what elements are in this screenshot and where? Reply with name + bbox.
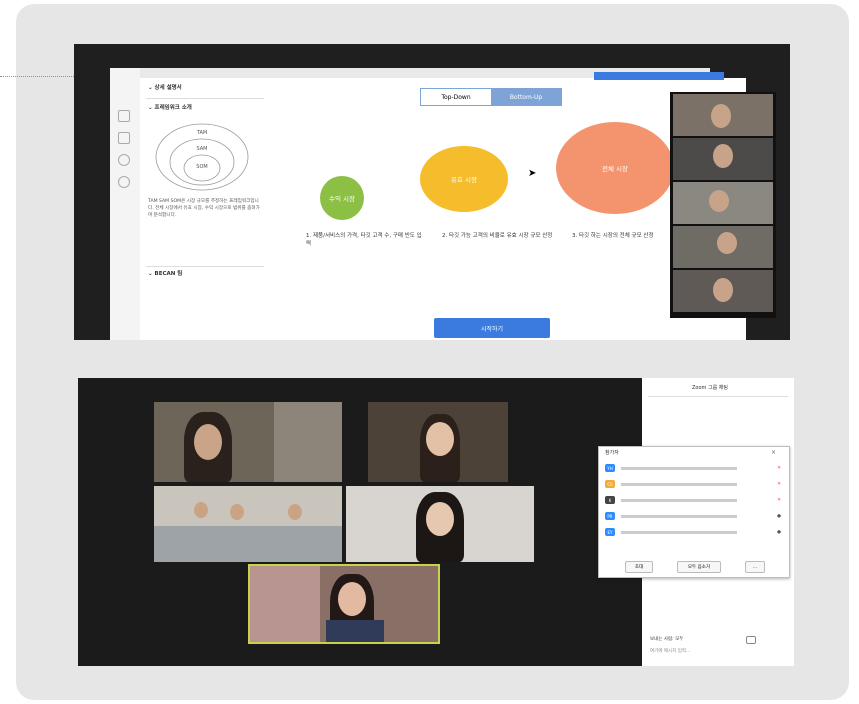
video-tile (346, 486, 534, 562)
header-bar (594, 72, 724, 80)
video-tile (673, 94, 773, 136)
panel-item-label: 프레임워크 소개 (154, 105, 192, 111)
cursor-icon: ➤ (528, 168, 537, 179)
caption-sam: 2. 타깃 가능 고객의 비율로 유효 시장 규모 산정 (442, 233, 553, 239)
close-icon[interactable]: × (771, 449, 776, 456)
home-icon[interactable] (118, 110, 130, 122)
screenshot-workshop-app: ⌄ 상세 설명서 ⌄ 프레임워크 소개 TAM SAM SOM TAM SAM … (74, 44, 790, 340)
toggle-top-down[interactable]: Top-Down (421, 89, 491, 105)
invite-button[interactable]: 초대 (625, 561, 653, 573)
panel-item-framework[interactable]: ⌄ 프레임워크 소개 (148, 104, 192, 112)
avatar: PR (605, 512, 615, 520)
video-tile (673, 226, 773, 268)
start-button[interactable]: 시작하기 (434, 318, 550, 338)
video-tile (368, 402, 508, 482)
panel-item-team[interactable]: ⌄ BECAN 팀 (148, 270, 182, 278)
avatar: YH (605, 464, 615, 472)
screenshot-zoom-meeting: Zoom 그룹 채팅 보내는 사람: 모두 여기에 메시지 입력... 참가자 … (78, 378, 794, 666)
view-toggle: Top-Down Bottom-Up (420, 88, 562, 106)
list-icon[interactable] (118, 132, 130, 144)
chat-input[interactable]: 여기에 메시지 입력... (650, 648, 690, 656)
diagram-label-tam: TAM (196, 130, 207, 136)
connector-line (0, 76, 74, 77)
list-item[interactable]: YH ✕ (605, 461, 781, 475)
video-tile (154, 402, 342, 482)
panel-description: TAM SAM SOM은 시장 규모를 추정하는 프레임워크입니다. 전체 시장… (148, 199, 260, 218)
file-icon[interactable] (746, 636, 756, 644)
circle-sam: 유효 시장 (420, 146, 508, 212)
video-tile (673, 270, 773, 312)
list-item[interactable]: EY ● (605, 525, 781, 539)
guide-panel: ⌄ 상세 설명서 ⌄ 프레임워크 소개 TAM SAM SOM TAM SAM … (140, 78, 271, 340)
user-icon[interactable] (118, 154, 130, 166)
mic-icon: ● (777, 513, 781, 519)
diagram-label-sam: SAM (196, 146, 207, 152)
panel-item-guide[interactable]: ⌄ 상세 설명서 (148, 84, 182, 92)
gear-icon[interactable] (118, 176, 130, 188)
list-item[interactable]: K ✕ (605, 493, 781, 507)
mic-muted-icon: ✕ (777, 465, 781, 471)
list-item[interactable]: PR ● (605, 509, 781, 523)
divider (648, 396, 788, 397)
divider (146, 98, 264, 99)
circle-tam: 전체 시장 (556, 122, 674, 214)
video-tile-active-speaker (248, 564, 440, 644)
panel-item-label: 상세 설명서 (154, 85, 182, 91)
list-item[interactable]: CS ✕ (605, 477, 781, 491)
participants-popup: 참가자 × YH ✕ CS ✕ K ✕ PR ● EY ● 초대 모두 음소거 ... (598, 446, 790, 578)
toggle-bottom-up[interactable]: Bottom-Up (491, 89, 561, 105)
video-tile (673, 138, 773, 180)
divider (146, 266, 264, 267)
caption-som: 1. 제품/서비스의 가격, 타깃 고객 수, 구매 빈도 입력 (306, 233, 422, 247)
circle-som: 수익 시장 (320, 176, 364, 220)
more-button[interactable]: ... (745, 561, 765, 573)
chat-title: Zoom 그룹 채팅 (692, 385, 728, 391)
popup-title: 참가자 (605, 450, 619, 456)
panel-item-label: BECAN 팀 (154, 271, 183, 277)
avatar: K (605, 496, 615, 504)
avatar: CS (605, 480, 615, 488)
tam-sam-som-diagram: TAM SAM SOM (155, 123, 249, 191)
chat-recipient[interactable]: 보내는 사람: 모두 (650, 636, 683, 644)
mic-icon: ● (777, 529, 781, 535)
diagram-label-som: SOM (196, 164, 207, 170)
mic-muted-icon: ✕ (777, 497, 781, 503)
video-tile (673, 182, 773, 224)
mic-muted-icon: ✕ (777, 481, 781, 487)
left-rail (110, 68, 140, 340)
video-gallery-column (670, 92, 776, 318)
video-tile (154, 486, 342, 562)
mute-all-button[interactable]: 모두 음소거 (677, 561, 721, 573)
avatar: EY (605, 528, 615, 536)
